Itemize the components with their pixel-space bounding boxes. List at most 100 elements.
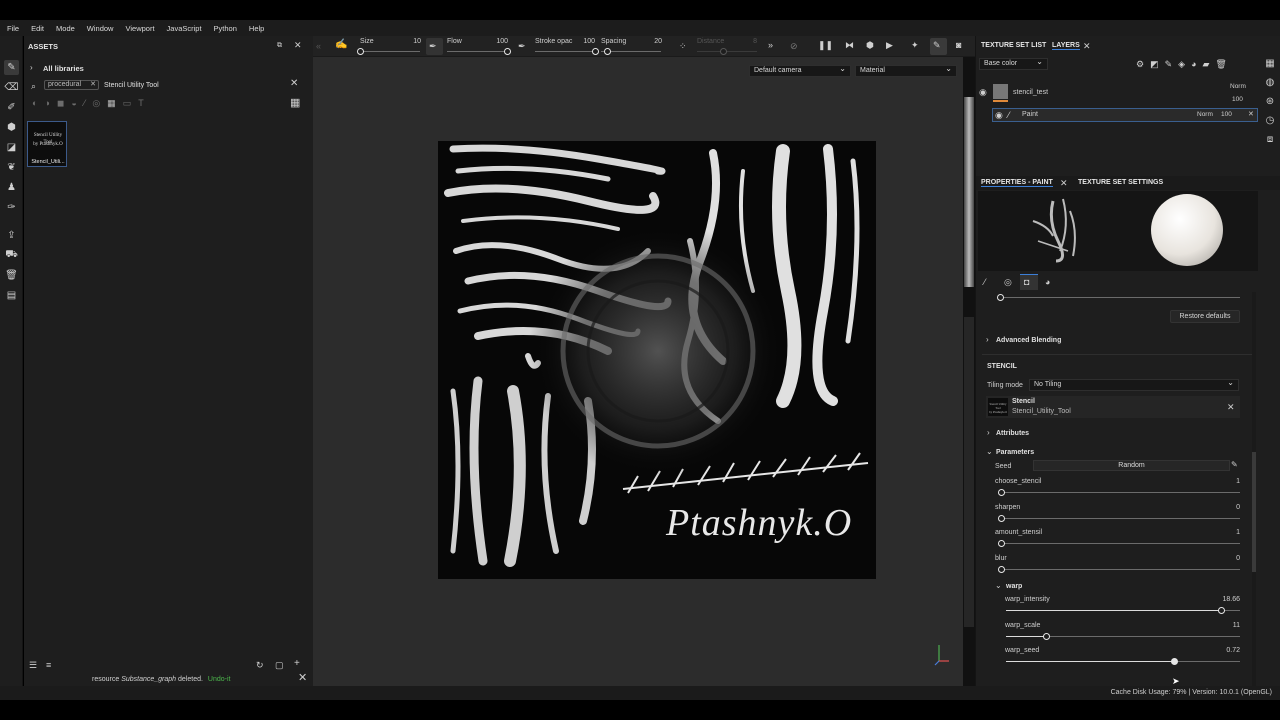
opacity-pen-icon[interactable]: ✒ xyxy=(518,41,526,51)
polygon-fill-icon[interactable]: ◪ xyxy=(4,140,19,155)
param-value-amount-stensil[interactable]: 1 xyxy=(1210,529,1240,536)
add-fill-layer-icon[interactable]: ◈ xyxy=(1178,59,1185,70)
asset-thumbnail[interactable]: Stencil Utility Tool by Ptashnyk.O Stenc… xyxy=(27,121,67,167)
collapse-left-icon[interactable]: « xyxy=(316,41,321,51)
texture-filter-icon[interactable]: ▭ xyxy=(123,98,132,110)
search-input[interactable]: Stencil Utility Tool xyxy=(104,82,159,89)
sublayer-name[interactable]: Paint xyxy=(1022,111,1038,118)
opacity-value[interactable]: 100 xyxy=(575,38,595,45)
lighting-icon[interactable]: ✦ xyxy=(911,40,919,50)
new-folder-icon[interactable]: ▢ xyxy=(275,660,284,670)
layer-opacity[interactable]: 100 xyxy=(1232,96,1243,103)
layer-blend[interactable]: Norm xyxy=(1230,83,1246,90)
list-options-icon[interactable]: ≡ xyxy=(46,660,51,670)
param-slider-knob-warp-scale[interactable] xyxy=(1042,632,1050,640)
alpha-category-icon[interactable]: ◎ xyxy=(1004,277,1012,287)
param-value-warp-scale[interactable]: 11 xyxy=(1210,622,1240,629)
menu-help[interactable]: Help xyxy=(243,24,270,33)
channel-dropdown[interactable]: Base color xyxy=(979,57,1048,70)
grid-view-icon[interactable]: ▦ xyxy=(290,98,300,109)
clear-search-icon[interactable]: ✕ xyxy=(290,79,298,89)
paint-layer-row[interactable]: ◉ ⁄ Paint Norm 100 ✕ xyxy=(992,108,1258,122)
chevron-right-icon[interactable]: › xyxy=(986,335,989,345)
param-slider-knob-amount-stensil[interactable] xyxy=(998,540,1005,547)
text-filter-icon[interactable]: T xyxy=(138,98,144,110)
paint-brush-icon[interactable]: ✎ xyxy=(4,60,19,75)
add-smart-material-icon[interactable]: ◕ xyxy=(1191,59,1196,70)
param-slider-choose-stencil[interactable] xyxy=(1001,492,1240,493)
close-layers-tab-icon[interactable]: ✕ xyxy=(1083,41,1091,51)
material-category-icon[interactable]: ◕ xyxy=(1045,277,1050,287)
menu-window[interactable]: Window xyxy=(81,24,120,33)
opacity-slider-knob[interactable] xyxy=(592,48,599,55)
dismiss-log-icon[interactable]: ✕ xyxy=(298,673,307,684)
param-slider-sharpen[interactable] xyxy=(1001,517,1240,519)
layer-name[interactable]: stencil_test xyxy=(1013,89,1048,96)
clone-icon[interactable]: ♟ xyxy=(4,180,19,195)
add-mask-icon[interactable]: ◩ xyxy=(1150,59,1159,70)
undo-link[interactable]: Undo-it xyxy=(208,676,231,683)
view-mode-dropdown[interactable]: Material xyxy=(855,64,957,77)
stencil-resource-row[interactable]: Stencil Utility Tool by Ptashnyk.O Stenci… xyxy=(986,396,1240,418)
size-slider[interactable] xyxy=(360,51,420,52)
sublayer-opacity[interactable]: 100 xyxy=(1221,111,1232,118)
filter-tag[interactable]: procedural ✕ xyxy=(44,80,99,90)
remove-stencil-icon[interactable]: ✕ xyxy=(1227,402,1235,412)
menu-python[interactable]: Python xyxy=(208,24,243,33)
parameters-section[interactable]: Parameters xyxy=(996,449,1034,456)
sublayer-visibility-icon[interactable]: ◉ xyxy=(995,110,1003,120)
spacing-slider-knob[interactable] xyxy=(604,48,611,55)
chevron-down-icon[interactable]: ⌄ xyxy=(986,447,993,457)
refresh-icon[interactable]: ↻ xyxy=(256,660,264,670)
menu-mode[interactable]: Mode xyxy=(50,24,81,33)
display-icon[interactable]: ⊛ xyxy=(1266,96,1274,107)
edit-seed-icon[interactable]: ✎ xyxy=(1231,460,1238,470)
param-slider-knob-sharpen[interactable] xyxy=(998,514,1005,522)
param-value-warp-seed[interactable]: 0.72 xyxy=(1210,647,1240,654)
grid-panel-icon[interactable]: ▦ xyxy=(1265,58,1274,69)
pause-icon[interactable]: ❚❚ xyxy=(818,40,833,50)
remove-filter-icon[interactable]: ✕ xyxy=(90,81,96,89)
param-value-choose-stencil[interactable]: 1 xyxy=(1210,478,1240,485)
symmetry-icon[interactable]: ⧓ xyxy=(845,40,854,50)
properties-scrollbar[interactable] xyxy=(1252,292,1256,686)
param-slider-blur[interactable] xyxy=(1001,568,1240,570)
expand-right-icon[interactable]: » xyxy=(768,40,773,50)
symmetry-off-icon[interactable]: ⊘ xyxy=(790,41,798,51)
bake-icon[interactable]: ⛟ xyxy=(4,248,19,263)
stencil-category-icon[interactable]: ◘ xyxy=(1024,277,1029,287)
smudge-icon[interactable]: ❦ xyxy=(4,160,19,175)
add-effect-icon[interactable]: ⚙ xyxy=(1136,59,1144,70)
procedural-filter-icon[interactable]: ▦ xyxy=(107,98,116,110)
layer-row[interactable]: ◉ stencil_test Norm 100 xyxy=(976,80,1258,106)
menu-edit[interactable]: Edit xyxy=(25,24,50,33)
menu-javascript[interactable]: JavaScript xyxy=(161,24,208,33)
stroke-path-icon[interactable]: ✍ xyxy=(335,40,347,50)
param-value-blur[interactable]: 0 xyxy=(1210,555,1240,562)
history-icon[interactable]: ◷ xyxy=(1266,115,1275,126)
tab-texture-set-list[interactable]: TEXTURE SET LIST xyxy=(981,42,1046,49)
close-panel-icon[interactable]: ✕ xyxy=(294,40,302,50)
tiling-mode-dropdown[interactable]: No Tiling xyxy=(1029,378,1239,391)
particle-filter-icon[interactable]: ◎ xyxy=(92,98,100,110)
chevron-right-icon[interactable]: › xyxy=(30,63,33,73)
material-filter-icon[interactable]: ◐ xyxy=(32,98,37,110)
add-group-icon[interactable]: ▰ xyxy=(1203,59,1210,70)
sort-icon[interactable]: ☰ xyxy=(29,660,37,670)
sublayer-blend[interactable]: Norm xyxy=(1197,111,1213,118)
library-selector[interactable]: All libraries xyxy=(43,64,84,73)
param-slider-knob-warp-intensity[interactable] xyxy=(1218,607,1226,614)
flow-slider-knob[interactable] xyxy=(504,48,511,55)
param-slider-amount-stensil[interactable] xyxy=(1001,543,1240,544)
flow-slider[interactable] xyxy=(447,51,507,52)
texture-canvas[interactable]: Ptashnyk.O xyxy=(438,141,876,579)
screenshot-icon[interactable]: ◙ xyxy=(956,40,961,50)
size-value[interactable]: 10 xyxy=(403,38,421,45)
scroll-thumb[interactable] xyxy=(964,317,974,627)
remove-sublayer-icon[interactable]: ✕ xyxy=(1248,110,1254,120)
add-icon[interactable]: + xyxy=(294,659,300,669)
close-properties-tab-icon[interactable]: ✕ xyxy=(1060,178,1068,188)
param-value-warp-intensity[interactable]: 18.66 xyxy=(1210,596,1240,603)
camera-dropdown[interactable]: Default camera xyxy=(749,64,851,77)
chevron-down-icon[interactable]: ⌄ xyxy=(995,581,1002,591)
